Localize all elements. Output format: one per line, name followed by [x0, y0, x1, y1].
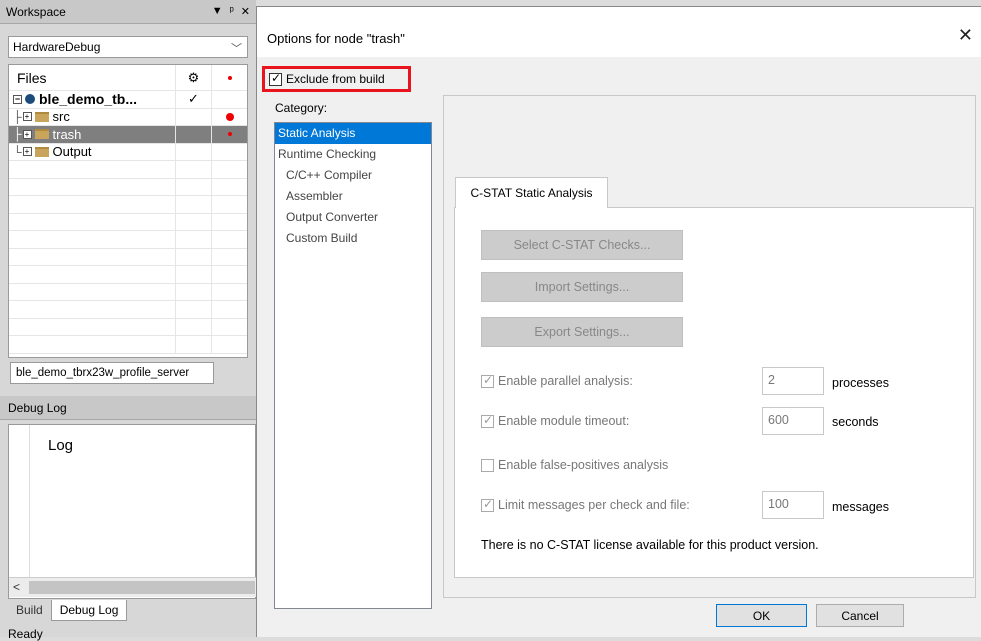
false-positives-option[interactable]: Enable false-positives analysis: [481, 458, 668, 472]
folder-icon: [34, 146, 49, 157]
category-list[interactable]: Static Analysis Runtime Checking C/C++ C…: [274, 122, 432, 609]
tree-label-src: src: [52, 109, 70, 125]
limit-messages-input[interactable]: 100: [762, 491, 824, 519]
parallel-processes-input[interactable]: 2: [762, 367, 824, 395]
parallel-label: Enable parallel analysis:: [498, 374, 633, 388]
timeout-label: Enable module timeout:: [498, 414, 630, 428]
tree-row-src[interactable]: ├ + src: [9, 108, 247, 126]
project-icon: [25, 94, 35, 105]
files-header: Files: [17, 69, 47, 86]
messages-unit: messages: [832, 500, 889, 514]
parallel-analysis-option[interactable]: Enable parallel analysis:: [481, 373, 633, 388]
tree-row-project[interactable]: − ble_demo_tb... ✓: [9, 91, 247, 109]
error-dot-icon: [225, 112, 234, 121]
status-dot-icon: [211, 65, 247, 90]
pin-icon[interactable]: ᵖ: [230, 5, 234, 18]
false-positives-label: Enable false-positives analysis: [498, 458, 669, 472]
license-message: There is no C-STAT license available for…: [481, 538, 819, 552]
import-settings-button[interactable]: Import Settings...: [481, 272, 683, 302]
processes-unit: processes: [832, 376, 889, 390]
workspace-title: Workspace: [6, 4, 66, 19]
configuration-select[interactable]: HardwareDebug ﹀: [8, 36, 248, 58]
tree-label-output: Output: [52, 144, 92, 160]
category-label: Category:: [275, 101, 328, 115]
category-output-converter[interactable]: Output Converter: [275, 207, 431, 228]
gear-icon: ⚙: [175, 65, 211, 90]
files-tree[interactable]: Files ⚙ − ble_demo_tb... ✓ ├ + src ├ + trash…: [8, 64, 248, 358]
category-custom-build[interactable]: Custom Build: [275, 228, 431, 249]
scroll-left-icon[interactable]: <: [13, 580, 20, 594]
project-tab[interactable]: ble_demo_tbrx23w_profile_server: [10, 362, 214, 384]
category-runtime-checking[interactable]: Runtime Checking: [275, 144, 431, 165]
folder-icon: [34, 111, 49, 122]
debug-log-area[interactable]: Log: [8, 424, 256, 599]
workspace-titlebar: Workspace ▼ ᵖ ✕: [0, 0, 256, 24]
log-column-header: Log: [29, 425, 73, 578]
checkbox-icon[interactable]: [481, 413, 494, 428]
tab-debug-log[interactable]: Debug Log: [50, 599, 128, 621]
scrollbar-thumb[interactable]: [29, 581, 255, 594]
tree-row-trash[interactable]: ├ + trash: [9, 126, 247, 144]
tree-row-output[interactable]: └ + Output: [9, 143, 247, 161]
category-assembler[interactable]: Assembler: [275, 186, 431, 207]
files-header-row: Files ⚙: [9, 65, 247, 91]
tab-body: [454, 207, 974, 578]
folder-icon: [34, 129, 49, 140]
configuration-value: HardwareDebug: [13, 40, 101, 54]
limit-label: Limit messages per check and file:: [498, 498, 690, 512]
horizontal-scrollbar[interactable]: <: [9, 577, 256, 597]
tab-build[interactable]: Build: [8, 600, 51, 620]
bottom-tabs: Build Debug Log: [8, 598, 256, 622]
tab-cstat-static-analysis[interactable]: C-STAT Static Analysis: [455, 177, 608, 208]
chevron-down-icon: ﹀: [231, 43, 242, 55]
dialog-title: Options for node "trash": [267, 31, 405, 46]
timeout-input[interactable]: 600: [762, 407, 824, 435]
category-compiler[interactable]: C/C++ Compiler: [275, 165, 431, 186]
export-settings-button[interactable]: Export Settings...: [481, 317, 683, 347]
checkbox-icon[interactable]: [481, 373, 494, 388]
tree-label-trash: trash: [52, 126, 82, 142]
dropdown-icon[interactable]: ▼: [212, 5, 223, 18]
seconds-unit: seconds: [832, 415, 879, 429]
close-icon[interactable]: ✕: [958, 25, 973, 46]
cancel-button[interactable]: Cancel: [816, 604, 904, 627]
checkbox-icon[interactable]: [269, 71, 282, 86]
error-dot-icon: [227, 132, 232, 137]
close-icon[interactable]: ✕: [241, 5, 250, 18]
exclude-label: Exclude from build: [286, 72, 385, 86]
category-static-analysis[interactable]: Static Analysis: [275, 123, 431, 144]
checkbox-icon[interactable]: [481, 497, 494, 512]
module-timeout-option[interactable]: Enable module timeout:: [481, 413, 630, 428]
debug-log-title: Debug Log: [0, 396, 256, 420]
status-text: Ready: [8, 627, 43, 641]
checkbox-icon[interactable]: [481, 458, 494, 472]
exclude-from-build-checkbox[interactable]: Exclude from build: [262, 66, 411, 92]
select-cstat-checks-button[interactable]: Select C-STAT Checks...: [481, 230, 683, 260]
limit-messages-option[interactable]: Limit messages per check and file:: [481, 497, 690, 512]
check-icon: ✓: [175, 91, 211, 108]
tree-label-project: ble_demo_tb...: [39, 91, 138, 108]
ok-button[interactable]: OK: [716, 604, 807, 627]
